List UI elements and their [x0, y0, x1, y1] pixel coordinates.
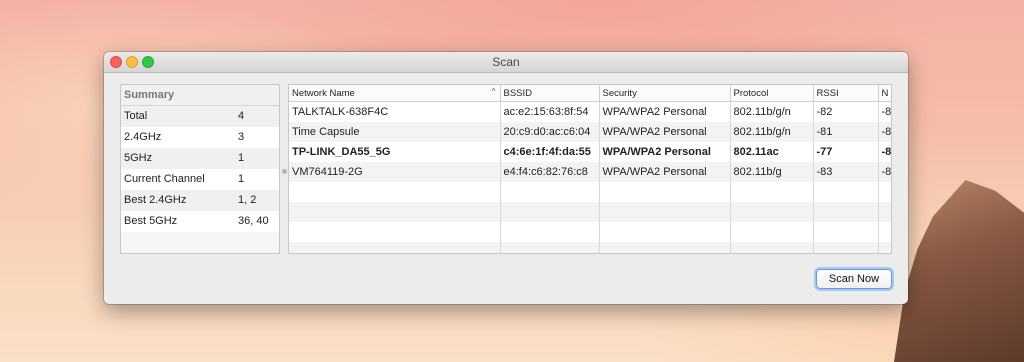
empty-row — [289, 202, 891, 222]
sort-ascending-icon: ^ — [491, 87, 496, 96]
networks-table: Network Name ^ BSSID Security Protocol R… — [289, 85, 891, 253]
cell-noise: -8 — [878, 142, 891, 162]
cell-rssi: -77 — [813, 142, 879, 162]
summary-label: 5GHz — [124, 152, 153, 164]
title-bar[interactable]: Scan — [104, 52, 908, 73]
summary-row-best-2-4ghz: Best 2.4GHz 1, 2 — [121, 190, 279, 211]
cell-bssid: ac:e2:15:63:8f:54 — [500, 101, 600, 122]
cell-security: WPA/WPA2 Personal — [599, 142, 731, 162]
networks-table-container[interactable]: Network Name ^ BSSID Security Protocol R… — [288, 84, 892, 254]
cell-network-name: TALKTALK-638F4C — [289, 101, 501, 122]
column-header-bssid[interactable]: BSSID — [500, 85, 600, 102]
scan-now-button[interactable]: Scan Now — [816, 269, 892, 289]
cell-protocol: 802.11b/g — [730, 162, 814, 182]
cell-bssid: c4:6e:1f:4f:da:55 — [500, 142, 600, 162]
summary-row-2-4ghz: 2.4GHz 3 — [121, 127, 279, 148]
summary-row-current-channel: Current Channel 1 — [121, 169, 279, 190]
table-row[interactable]: Time Capsule 20:c9:d0:ac:c6:04 WPA/WPA2 … — [289, 122, 891, 142]
summary-label: Current Channel — [124, 173, 205, 185]
cell-bssid: 20:c9:d0:ac:c6:04 — [500, 122, 600, 142]
empty-row — [289, 222, 891, 242]
selected-row-indicator-icon — [282, 169, 287, 174]
column-header-label: Network Name — [292, 87, 355, 99]
column-header-noise[interactable]: N — [878, 85, 891, 102]
desktop-cliff-background — [894, 180, 1024, 362]
summary-label: Best 5GHz — [124, 215, 178, 227]
empty-row — [289, 242, 891, 253]
summary-panel: Summary Total 4 2.4GHz 3 5GHz 1 Current … — [120, 84, 280, 254]
column-header-security[interactable]: Security — [599, 85, 731, 102]
cell-noise: -8 — [878, 101, 891, 122]
cell-noise: -8 — [878, 122, 891, 142]
table-row[interactable]: VM764119-2G e4:f4:c6:82:76:c8 WPA/WPA2 P… — [289, 162, 891, 182]
summary-row-total: Total 4 — [121, 106, 279, 127]
table-row-current-network[interactable]: TP-LINK_DA55_5G c4:6e:1f:4f:da:55 WPA/WP… — [289, 142, 891, 162]
cell-protocol: 802.11b/g/n — [730, 122, 814, 142]
cell-network-name: Time Capsule — [289, 122, 501, 142]
cell-noise: -8 — [878, 162, 891, 182]
cell-protocol: 802.11ac — [730, 142, 814, 162]
cell-network-name: VM764119-2G — [289, 162, 501, 182]
cell-rssi: -81 — [813, 122, 879, 142]
scan-window: Scan Summary Total 4 2.4GHz 3 5GHz 1 Cur… — [104, 52, 908, 304]
summary-header: Summary — [121, 85, 279, 106]
summary-row-best-5ghz: Best 5GHz 36, 40 — [121, 211, 279, 232]
cell-rssi: -83 — [813, 162, 879, 182]
empty-row — [289, 182, 891, 202]
cell-security: WPA/WPA2 Personal — [599, 101, 731, 122]
window-title: Scan — [492, 55, 520, 69]
cell-protocol: 802.11b/g/n — [730, 101, 814, 122]
table-row[interactable]: TALKTALK-638F4C ac:e2:15:63:8f:54 WPA/WP… — [289, 101, 891, 122]
summary-value: 4 — [238, 110, 245, 122]
summary-label: Best 2.4GHz — [124, 194, 187, 206]
cell-rssi: -82 — [813, 101, 879, 122]
column-header-protocol[interactable]: Protocol — [730, 85, 814, 102]
cell-security: WPA/WPA2 Personal — [599, 162, 731, 182]
summary-value: 36, 40 — [238, 215, 269, 227]
summary-value: 3 — [238, 131, 245, 143]
summary-label: 2.4GHz — [124, 131, 162, 143]
summary-label: Total — [124, 110, 148, 122]
summary-value: 1, 2 — [238, 194, 257, 206]
column-header-network-name[interactable]: Network Name ^ — [289, 85, 501, 102]
cell-bssid: e4:f4:c6:82:76:c8 — [500, 162, 600, 182]
summary-value: 1 — [238, 152, 245, 164]
cell-security: WPA/WPA2 Personal — [599, 122, 731, 142]
summary-row-5ghz: 5GHz 1 — [121, 148, 279, 169]
column-header-rssi[interactable]: RSSI — [813, 85, 879, 102]
cell-network-name: TP-LINK_DA55_5G — [289, 142, 501, 162]
summary-value: 1 — [238, 173, 245, 185]
